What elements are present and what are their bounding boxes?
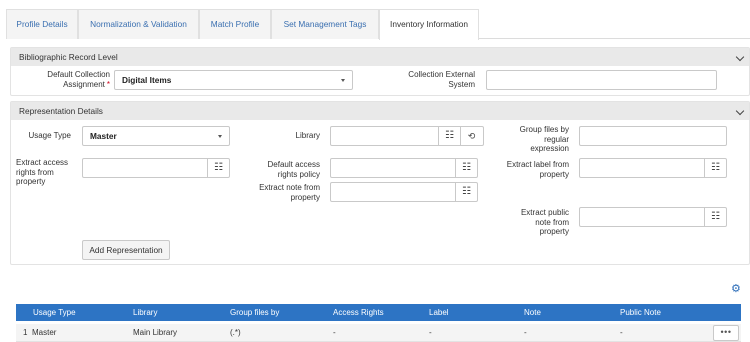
gear-icon[interactable]: ⚙ [731,284,741,295]
collection-external-system-input[interactable] [486,70,717,90]
more-actions-icon[interactable]: ••• [713,325,739,341]
extract-access-rights-label: Extract access rights from property [16,158,69,187]
extract-public-note-label: Extract public note from property [520,208,569,237]
caret-down-icon [218,135,222,138]
column-header-note[interactable]: Note [524,304,541,321]
default-collection-select[interactable]: Digital Items [114,70,353,90]
column-header-usage-type[interactable]: Usage Type [33,304,76,321]
column-header-public-note[interactable]: Public Note [620,304,661,321]
cell-usage-type: Master [32,328,57,337]
chevron-down-icon[interactable] [735,52,745,62]
cell-label: - [429,328,432,337]
list-icon[interactable]: ☷ [455,182,477,202]
cell-library: Main Library [133,328,178,337]
column-header-label[interactable]: Label [429,304,449,321]
tab-profile-details[interactable]: Profile Details [6,9,78,39]
group-files-label: Group files by regular expression [519,125,569,154]
default-access-policy-input[interactable]: ☷ [330,158,478,178]
library-input[interactable]: ☷ ⟲ [330,126,484,146]
row-index: 1 [23,328,28,337]
representation-details-section: Representation Details Usage Type Master… [10,101,750,265]
extract-public-note-input[interactable]: ☷ [579,207,727,227]
representation-section-header[interactable]: Representation Details [11,102,749,120]
tab-normalization-validation[interactable]: Normalization & Validation [78,9,199,39]
required-marker: * [106,79,110,89]
tab-bar: Profile Details Normalization & Validati… [6,9,750,40]
column-header-library[interactable]: Library [133,304,157,321]
list-icon[interactable]: ☷ [438,126,460,146]
table-row: 1 Master Main Library (.*) - - - - ••• [16,324,741,342]
list-icon[interactable]: ☷ [704,158,726,178]
list-icon[interactable]: ☷ [704,207,726,227]
column-header-access-rights[interactable]: Access Rights [333,304,384,321]
extract-label-input[interactable]: ☷ [579,158,727,178]
tab-set-management-tags[interactable]: Set Management Tags [271,9,379,39]
default-access-policy-label: Default access rights policy [267,160,320,179]
bibliographic-section-title: Bibliographic Record Level [19,52,118,62]
list-icon[interactable]: ☷ [455,158,477,178]
cell-group-files-by: (.*) [230,328,241,337]
extract-note-label: Extract note from property [259,183,320,202]
usage-type-select[interactable]: Master [82,126,230,146]
history-icon[interactable]: ⟲ [460,126,482,146]
column-header-group-files-by[interactable]: Group files by [230,304,279,321]
default-collection-label: Default Collection Assignment * [47,70,110,89]
extract-access-rights-input[interactable]: ☷ [82,158,230,178]
add-representation-button[interactable]: Add Representation [82,240,170,260]
chevron-down-icon[interactable] [735,106,745,116]
bibliographic-record-section: Bibliographic Record Level Default Colle… [10,47,750,96]
group-files-input[interactable] [579,126,727,146]
representations-table-header: Usage Type Library Group files by Access… [16,304,741,321]
representation-section-title: Representation Details [19,106,103,116]
extract-label-label: Extract label from property [506,160,569,179]
cell-access-rights: - [333,328,336,337]
tab-inventory-information[interactable]: Inventory Information [379,9,479,40]
extract-note-input[interactable]: ☷ [330,182,478,202]
collection-external-system-label: Collection External System [408,70,475,89]
caret-down-icon [341,79,345,82]
bibliographic-section-header[interactable]: Bibliographic Record Level [11,48,749,66]
usage-type-label: Usage Type [28,131,71,140]
library-label: Library [295,131,320,140]
list-icon[interactable]: ☷ [207,158,229,178]
tab-match-profile[interactable]: Match Profile [199,9,271,39]
cell-note: - [524,328,527,337]
cell-public-note: - [620,328,623,337]
